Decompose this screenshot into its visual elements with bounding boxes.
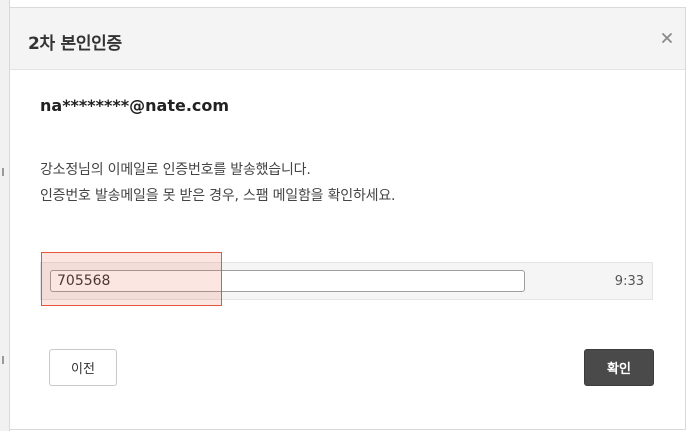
countdown-timer: 9:33	[614, 274, 644, 289]
verification-code-row: 9:33	[40, 262, 653, 300]
close-icon[interactable]	[659, 30, 675, 46]
background-marker	[2, 356, 4, 364]
spam-hint-message: 인증번호 발송메일을 못 받은 경우, 스팸 메일함을 확인하세요.	[40, 188, 396, 204]
dialog-title: 2차 본인인증	[28, 34, 122, 54]
background-marker	[2, 168, 4, 176]
confirm-button[interactable]: 확인	[584, 349, 654, 386]
page: 2차 본인인증 na********@nate.com 강소정님의 이메일로 인…	[0, 0, 687, 431]
sent-message: 강소정님의 이메일로 인증번호를 발송했습니다.	[40, 162, 311, 178]
verification-code-input[interactable]	[50, 270, 525, 292]
prev-button[interactable]: 이전	[49, 349, 117, 386]
dialog-header: 2차 본인인증	[10, 8, 685, 70]
masked-email: na********@nate.com	[40, 96, 230, 115]
